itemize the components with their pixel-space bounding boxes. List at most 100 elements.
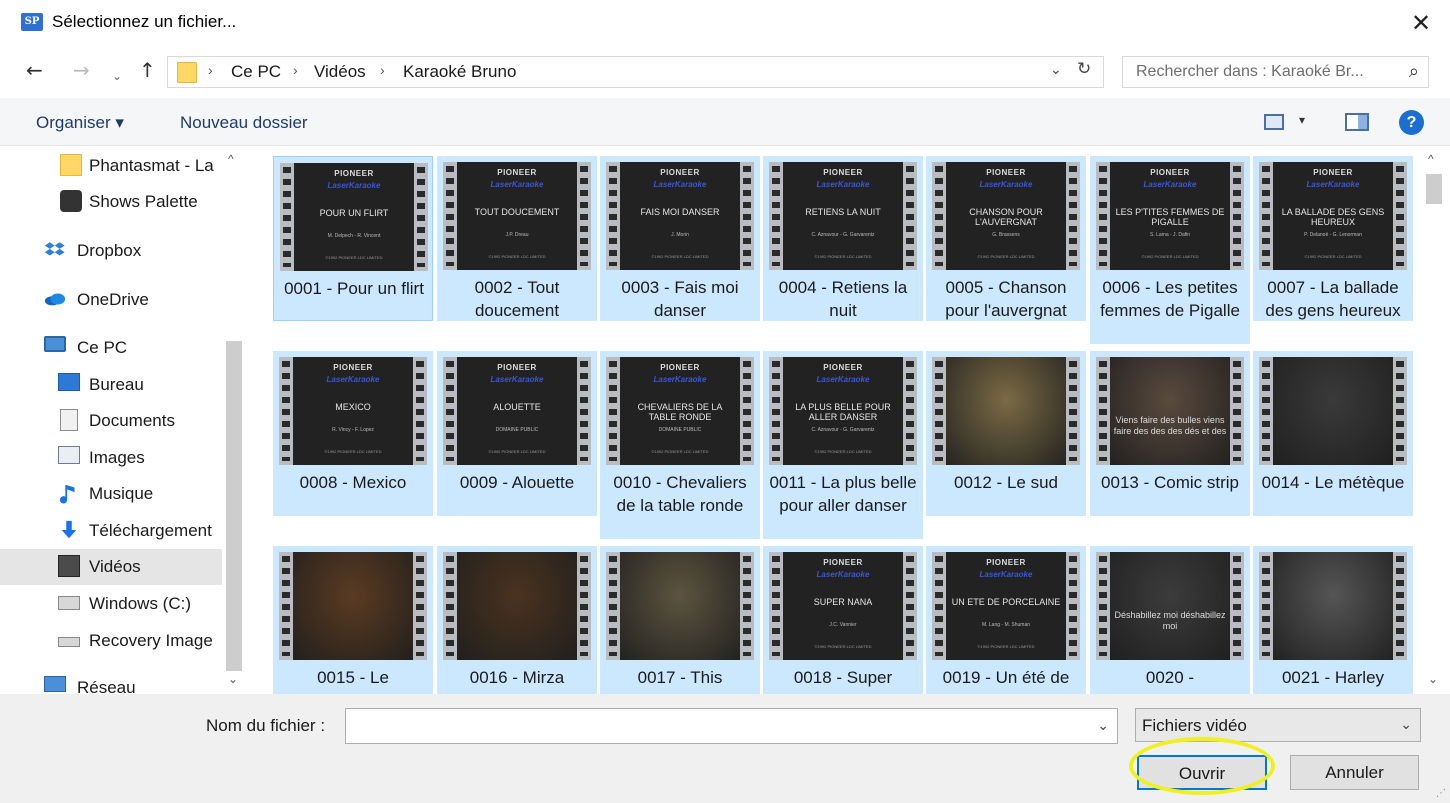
file-grid: PIONEER LaserKaraoke POUR UN FLIRT M. Delpe… <box>252 146 1422 694</box>
file-name: 0009 - Alouette <box>459 473 575 492</box>
sidebar-scrollbar-thumb[interactable] <box>226 341 242 671</box>
preview-pane-icon[interactable] <box>1345 113 1369 131</box>
sidebar-scrollbar[interactable]: ^ ⌄ <box>222 146 246 694</box>
cancel-button[interactable]: Annuler <box>1290 755 1419 790</box>
product-logo: LaserKaraoke <box>653 180 707 189</box>
sidebar-item-bureau[interactable]: Bureau <box>0 367 222 403</box>
help-icon[interactable]: ? <box>1399 110 1424 135</box>
file-item[interactable]: PIONEER LaserKaraoke ALOUETTE DOMAINE PUBLI… <box>437 351 597 516</box>
file-item[interactable]: 0017 - This <box>600 546 760 694</box>
sidebar-item-windows-c[interactable]: Windows (C:) <box>0 586 222 622</box>
video-frame <box>293 552 413 660</box>
address-bar[interactable]: › Ce PC › Vidéos › Karaoké Bruno ⌄ ↻ <box>167 56 1104 88</box>
file-item[interactable]: 0015 - Le <box>273 546 433 694</box>
search-icon[interactable]: ⌕ <box>1409 61 1419 82</box>
up-button[interactable]: ↑ <box>139 58 156 82</box>
song-title: UN ETE DE PORCELAINE <box>951 597 1061 607</box>
filetype-select[interactable]: Fichiers vidéo ⌄ <box>1135 708 1421 742</box>
resize-grip-icon[interactable]: ⋰ <box>1436 788 1446 799</box>
forward-button[interactable]: → <box>73 58 90 82</box>
sidebar-item-documents[interactable]: Documents <box>0 403 222 439</box>
video-thumbnail: Déshabillez moi déshabillez moi <box>1096 552 1244 660</box>
brand-logo: PIONEER <box>986 558 1026 567</box>
song-authors: P. Delanoë - G. Lenorman <box>1304 232 1362 238</box>
song-authors: DOMAINE PUBLIC <box>658 427 702 433</box>
sidebar-item-label: Images <box>89 448 145 467</box>
file-item[interactable]: PIONEER LaserKaraoke TOUT DOUCEMENT J.P. Dr… <box>437 156 597 321</box>
filename-dropdown-icon[interactable]: ⌄ <box>1097 717 1109 734</box>
sidebar-item-telechargement[interactable]: Téléchargement <box>0 513 222 549</box>
video-thumbnail: PIONEER LaserKaraoke CHANSON POUR L'AUVERG… <box>932 162 1080 270</box>
recent-locations-button[interactable]: ⌄ <box>112 64 122 88</box>
file-item[interactable]: 0012 - Le sud <box>926 351 1086 516</box>
back-button[interactable]: ← <box>26 58 43 82</box>
breadcrumb-ce-pc[interactable]: Ce PC <box>231 62 281 82</box>
toolbar: Organiser ▾ Nouveau dossier ▾ ? <box>0 98 1450 146</box>
video-thumbnail <box>1259 552 1407 660</box>
sidebar-item-onedrive[interactable]: OneDrive <box>0 282 222 318</box>
sidebar-item-phantasmat[interactable]: Phantasmat - La <box>0 148 222 184</box>
file-item[interactable]: 0016 - Mirza <box>437 546 597 694</box>
file-item[interactable]: PIONEER LaserKaraoke RETIENS LA NUIT C. Azn… <box>763 156 923 321</box>
brand-logo: PIONEER <box>986 168 1026 177</box>
file-item[interactable]: Viens faire des bulles viens faire des d… <box>1090 351 1250 516</box>
product-logo: LaserKaraoke <box>1306 180 1360 189</box>
file-item[interactable]: PIONEER LaserKaraoke UN ETE DE PORCELAINE M… <box>926 546 1086 694</box>
sidebar-item-recovery-image[interactable]: Recovery Image <box>0 623 222 659</box>
file-item[interactable]: PIONEER LaserKaraoke MEXICO R. Vincy - F. L… <box>273 351 433 516</box>
breadcrumb-separator: › <box>293 62 298 78</box>
brand-logo: PIONEER <box>660 168 700 177</box>
file-item[interactable]: PIONEER LaserKaraoke FAIS MOI DANSER J. Mor… <box>600 156 760 321</box>
new-folder-button[interactable]: Nouveau dossier <box>180 113 308 133</box>
video-thumbnail <box>606 552 754 660</box>
file-item[interactable]: PIONEER LaserKaraoke POUR UN FLIRT M. Delpe… <box>273 156 433 321</box>
organise-button[interactable]: Organiser ▾ <box>36 113 124 133</box>
pc-icon <box>44 336 66 352</box>
brand-logo: PIONEER <box>497 363 537 372</box>
video-thumbnail: PIONEER LaserKaraoke FAIS MOI DANSER J. Mor… <box>606 162 754 270</box>
song-authors: DOMAINE PUBLIC <box>495 427 539 433</box>
scroll-down-icon[interactable]: ⌄ <box>228 672 238 686</box>
scroll-up-icon[interactable]: ^ <box>1428 152 1434 166</box>
scroll-up-icon[interactable]: ^ <box>228 152 234 166</box>
address-dropdown-icon[interactable]: ⌄ <box>1050 61 1062 78</box>
sidebar-item-reseau[interactable]: Réseau <box>0 670 222 694</box>
file-item[interactable]: Déshabillez moi déshabillez moi 0020 - <box>1090 546 1250 694</box>
copyright-text: ©1992 PIONEER LDC LIMITED <box>651 449 709 454</box>
file-item[interactable]: PIONEER LaserKaraoke CHEVALIERS DE LA TABL… <box>600 351 760 539</box>
file-item[interactable]: 0014 - Le métèque <box>1253 351 1413 516</box>
file-item[interactable]: 0021 - Harley <box>1253 546 1413 694</box>
refresh-icon[interactable]: ↻ <box>1077 59 1091 79</box>
file-item[interactable]: PIONEER LaserKaraoke SUPER NANA J.C. Vannie… <box>763 546 923 694</box>
title-bar: SP Sélectionnez un fichier... ✕ <box>0 0 1450 46</box>
view-mode-icon[interactable] <box>1264 114 1284 130</box>
breadcrumb-videos[interactable]: Vidéos <box>314 62 366 82</box>
file-item[interactable]: PIONEER LaserKaraoke LA BALLADE DES GENS H… <box>1253 156 1413 321</box>
sidebar-item-dropbox[interactable]: Dropbox <box>0 233 222 269</box>
file-item[interactable]: PIONEER LaserKaraoke LA PLUS BELLE POUR AL… <box>763 351 923 539</box>
file-item[interactable]: PIONEER LaserKaraoke CHANSON POUR L'AUVERG… <box>926 156 1086 321</box>
file-grid-scrollbar[interactable]: ^ ⌄ <box>1422 146 1446 694</box>
videos-icon <box>58 555 80 577</box>
song-authors: G. Brassens <box>992 232 1020 238</box>
search-input[interactable]: Rechercher dans : Karaoké Br... ⌕ <box>1122 56 1429 88</box>
filename-input[interactable]: ⌄ <box>345 708 1118 744</box>
video-frame <box>620 552 740 660</box>
scroll-down-icon[interactable]: ⌄ <box>1428 672 1438 686</box>
video-thumbnail: PIONEER LaserKaraoke LES P'TITES FEMMES DE… <box>1096 162 1244 270</box>
sidebar-item-ce-pc[interactable]: Ce PC <box>0 330 222 366</box>
breadcrumb-karaoke-bruno[interactable]: Karaoké Bruno <box>403 62 516 82</box>
sidebar-item-shows-palette[interactable]: Shows Palette <box>0 184 222 220</box>
sidebar-item-videos[interactable]: Vidéos <box>0 549 222 585</box>
filetype-dropdown-icon[interactable]: ⌄ <box>1400 716 1412 733</box>
close-button[interactable]: ✕ <box>1406 8 1436 38</box>
file-grid-scrollbar-thumb[interactable] <box>1426 174 1442 204</box>
subtitle-caption: Déshabillez moi déshabillez moi <box>1114 610 1226 631</box>
navigation-bar: ← → ⌄ ↑ › Ce PC › Vidéos › Karaoké Bruno… <box>0 46 1450 98</box>
view-dropdown-icon[interactable]: ▾ <box>1299 113 1305 127</box>
sidebar-item-images[interactable]: Images <box>0 440 222 476</box>
open-button[interactable]: Ouvrir <box>1137 755 1267 790</box>
file-name: 0019 - Un été de <box>942 668 1070 687</box>
sidebar-item-musique[interactable]: Musique <box>0 476 222 512</box>
file-item[interactable]: PIONEER LaserKaraoke LES P'TITES FEMMES DE… <box>1090 156 1250 344</box>
